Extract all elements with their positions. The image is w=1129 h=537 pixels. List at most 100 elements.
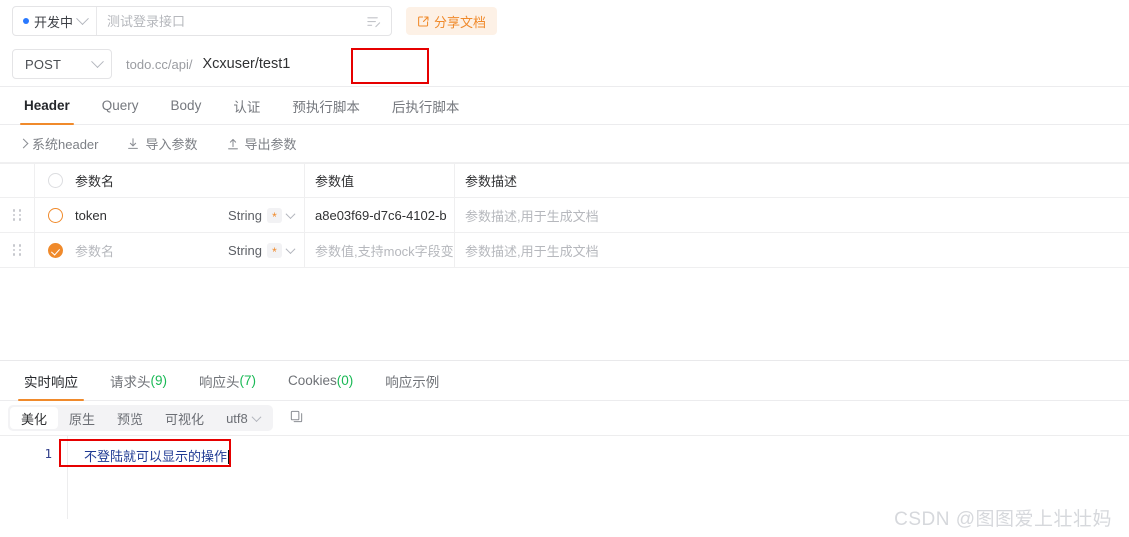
circle-unchecked-icon <box>47 207 63 223</box>
tab-response-headers-label: 响应头 <box>199 374 240 390</box>
table-row[interactable]: 参数名 String * 参数值,支持mock字段变量 参数描述,用于生成文档 <box>0 233 1129 268</box>
param-desc-placeholder: 参数描述,用于生成文档 <box>465 208 599 224</box>
chevron-down-icon <box>91 54 104 68</box>
row-checkbox[interactable] <box>35 207 75 223</box>
circle-checked-icon <box>47 242 63 258</box>
tab-realtime-response-label: 实时响应 <box>24 374 78 390</box>
chevron-right-icon <box>18 138 29 149</box>
csdn-watermark: CSDN @图图爱上壮壮妈 <box>894 509 1112 530</box>
tab-response-headers[interactable]: 响应头 (7) <box>183 361 272 400</box>
row-checkbox[interactable] <box>35 242 75 258</box>
param-type-dropdown[interactable]: String * <box>228 242 296 258</box>
seg-preview[interactable]: 预览 <box>106 407 154 429</box>
editor-code-line[interactable]: 不登陆就可以显示的操作 <box>84 446 230 465</box>
row-drag-handle[interactable] <box>0 198 35 232</box>
table-row[interactable]: token String * a8e03f69-d7c6-4102-b 参数描述… <box>0 198 1129 233</box>
drag-column-header <box>0 164 35 197</box>
export-up-icon <box>226 137 240 151</box>
chevron-down-icon <box>76 11 89 25</box>
chevron-down-icon <box>285 208 296 219</box>
param-desc-placeholder: 参数描述,用于生成文档 <box>465 243 599 259</box>
format-segmented-control: 美化 原生 预览 可视化 utf8 <box>8 405 273 431</box>
export-params-button[interactable]: 导出参数 <box>214 131 309 157</box>
export-params-label: 导出参数 <box>244 137 297 152</box>
share-doc-button[interactable]: 分享文档 <box>406 7 498 35</box>
circle-icon <box>47 173 63 188</box>
tab-response-example-label: 响应示例 <box>385 374 440 390</box>
share-doc-label: 分享文档 <box>434 14 487 30</box>
tab-auth[interactable]: 认证 <box>217 87 276 124</box>
param-name-value: token <box>75 207 107 223</box>
param-value-cell[interactable]: 参数值,支持mock字段变量 <box>305 233 455 267</box>
param-type-dropdown[interactable]: String * <box>228 207 296 223</box>
param-value-placeholder: 参数值,支持mock字段变量 <box>315 243 455 259</box>
param-name-cell[interactable]: token String * <box>35 198 305 232</box>
tab-request-headers-label: 请求头 <box>110 374 151 390</box>
required-star-badge[interactable]: * <box>267 207 282 223</box>
param-table-header-row: 参数名 参数值 参数描述 <box>0 163 1129 198</box>
seg-visualize[interactable]: 可视化 <box>154 407 215 429</box>
url-prefix-label: todo.cc/api/ <box>126 56 193 72</box>
param-name-column-header: 参数名 <box>35 164 305 197</box>
system-header-label: 系统header <box>32 137 99 152</box>
param-type-label: String <box>228 242 262 258</box>
tab-pre-script[interactable]: 预执行脚本 <box>276 87 376 124</box>
list-lines-icon[interactable] <box>364 14 391 29</box>
tab-cookies[interactable]: Cookies (0) <box>272 361 369 400</box>
tab-response-headers-count: (7) <box>239 373 257 388</box>
tab-response-example[interactable]: 响应示例 <box>369 361 455 400</box>
api-name-input[interactable] <box>97 7 364 35</box>
tab-body[interactable]: Body <box>155 87 218 124</box>
import-params-label: 导入参数 <box>145 137 198 152</box>
format-toolbar: 美化 原生 预览 可视化 utf8 <box>0 401 1129 435</box>
copy-icon <box>289 409 304 427</box>
top-bar: 开发中 分享文档 <box>0 0 1129 42</box>
param-toolbar: 系统header 导入参数 导出参数 <box>0 125 1129 163</box>
http-method-label: POST <box>25 56 62 72</box>
chevron-down-icon <box>251 411 262 422</box>
system-header-toggle[interactable]: 系统header <box>8 131 110 157</box>
param-table-empty-space <box>0 268 1129 360</box>
row-drag-handle[interactable] <box>0 233 35 267</box>
select-all-checkbox[interactable] <box>35 173 75 188</box>
param-name-cell[interactable]: 参数名 String * <box>35 233 305 267</box>
tab-request-headers[interactable]: 请求头 (9) <box>94 361 183 400</box>
chevron-down-icon <box>285 243 296 254</box>
param-desc-column-header: 参数描述 <box>465 174 518 189</box>
param-desc-cell[interactable]: 参数描述,用于生成文档 <box>455 198 1129 232</box>
param-table: 参数名 参数值 参数描述 token String * a8e03f69-d7c… <box>0 163 1129 268</box>
tab-request-headers-count: (9) <box>150 373 168 388</box>
encoding-dropdown[interactable]: utf8 <box>215 407 271 429</box>
encoding-label: utf8 <box>226 410 248 426</box>
param-type-label: String <box>228 207 262 223</box>
url-input-area[interactable]: todo.cc/api/ Xcxuser/test1 <box>112 48 1117 84</box>
param-value-cell[interactable]: a8e03f69-d7c6-4102-b <box>305 198 455 232</box>
required-star-badge[interactable]: * <box>267 242 282 258</box>
url-row: POST todo.cc/api/ Xcxuser/test1 <box>0 42 1129 87</box>
tab-realtime-response[interactable]: 实时响应 <box>8 361 94 401</box>
tab-query[interactable]: Query <box>86 87 155 124</box>
text-cursor <box>228 450 230 464</box>
api-name-field-group: 开发中 <box>12 6 392 36</box>
api-status-dropdown[interactable]: 开发中 <box>13 7 98 35</box>
param-name-placeholder: 参数名 <box>75 243 115 259</box>
param-name-header-label: 参数名 <box>75 174 115 189</box>
param-desc-cell[interactable]: 参数描述,用于生成文档 <box>455 233 1129 267</box>
param-value-text: a8e03f69-d7c6-4102-b <box>315 207 447 223</box>
tab-header[interactable]: Header <box>8 87 86 125</box>
tab-cookies-label: Cookies <box>288 373 337 388</box>
tab-cookies-count: (0) <box>336 373 354 388</box>
api-status-label: 开发中 <box>34 14 74 30</box>
seg-raw[interactable]: 原生 <box>58 407 106 429</box>
response-tabs: 实时响应 请求头 (9) 响应头 (7) Cookies (0) 响应示例 <box>0 361 1129 401</box>
seg-beautify[interactable]: 美化 <box>10 407 59 429</box>
http-method-dropdown[interactable]: POST <box>12 49 112 79</box>
copy-response-button[interactable] <box>285 406 309 430</box>
tab-post-script[interactable]: 后执行脚本 <box>376 87 476 124</box>
import-params-button[interactable]: 导入参数 <box>114 131 209 157</box>
url-path-text[interactable]: Xcxuser/test1 <box>203 56 291 72</box>
drag-dots-icon <box>12 209 22 221</box>
editor-line-number: 1 <box>44 446 52 461</box>
param-value-column-header: 参数值 <box>305 164 455 197</box>
import-down-icon <box>126 137 140 151</box>
